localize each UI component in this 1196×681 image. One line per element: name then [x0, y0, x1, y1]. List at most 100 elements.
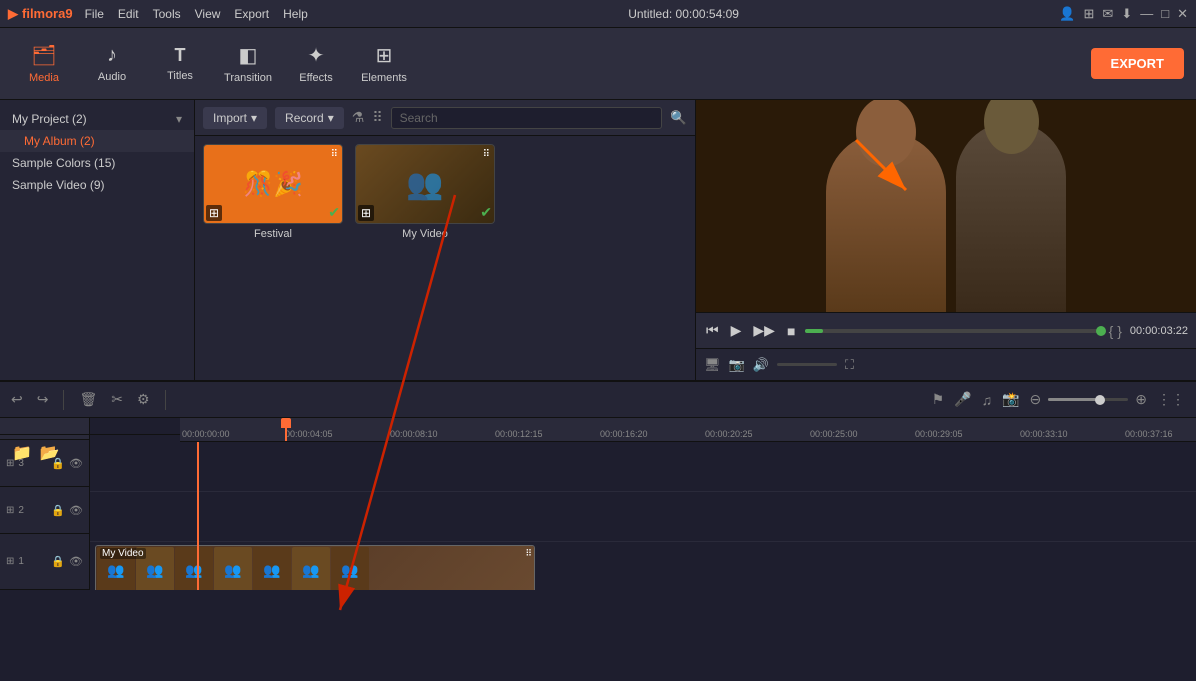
effects-label: Effects — [299, 72, 332, 84]
undo-button[interactable]: ↩ — [8, 388, 26, 411]
toolbar-audio[interactable]: ♪ Audio — [80, 34, 144, 94]
import-button[interactable]: Import ▾ — [203, 107, 267, 129]
titles-icon: T — [175, 45, 186, 66]
progress-bar[interactable] — [805, 329, 1100, 333]
mic-icon[interactable]: 🎤 — [951, 388, 974, 411]
close-button[interactable]: ✕ — [1177, 6, 1188, 22]
track1-lock-icon[interactable]: 🔒 — [51, 555, 65, 568]
track1-eye-icon[interactable]: 👁 — [69, 555, 83, 568]
person2 — [956, 122, 1066, 312]
playhead-ruler — [285, 418, 287, 441]
toolbar-media[interactable]: 🗂 Media — [12, 34, 76, 94]
menu-edit[interactable]: Edit — [118, 7, 139, 21]
fullscreen-icon[interactable]: ⛶ — [845, 357, 854, 373]
sidebar-item-samplevideo[interactable]: Sample Video (9) — [0, 174, 194, 196]
bracket-left-icon[interactable]: { } — [1109, 323, 1122, 339]
minimize-button[interactable]: — — [1140, 6, 1153, 22]
elements-icon: ⊞ — [376, 43, 393, 68]
download-icon[interactable]: ⬇ — [1121, 6, 1132, 22]
media-grid: 🎊🎉 ⠿ ⊞ ✔ Festival 👥 ⠿ ⊞ ✔ My Video — [195, 136, 695, 380]
import-label: Import — [213, 111, 247, 125]
redo-button[interactable]: ↪ — [34, 388, 52, 411]
festival-label: Festival — [254, 228, 292, 240]
user-icon[interactable]: 👤 — [1059, 6, 1075, 22]
menu-export[interactable]: Export — [234, 7, 269, 21]
export-button[interactable]: EXPORT — [1091, 48, 1184, 79]
monitor-icon[interactable]: 🖥 — [704, 357, 721, 373]
player-controls: ⏮ ▶ ▶▶ ■ { } 00:00:03:22 — [696, 312, 1196, 348]
time-display: 00:00:03:22 — [1130, 325, 1188, 337]
cut-button[interactable]: ✂ — [108, 388, 126, 411]
media-item-festival[interactable]: 🎊🎉 ⠿ ⊞ ✔ Festival — [203, 144, 343, 372]
track2-eye-icon[interactable]: 👁 — [69, 504, 83, 517]
clip-corner-icon: ⠿ — [525, 548, 532, 559]
window-title: Untitled: 00:00:54:09 — [320, 7, 1048, 21]
preview-panel: ⏮ ▶ ▶▶ ■ { } 00:00:03:22 🖥 📷 🔊 ⛶ — [696, 100, 1196, 380]
video-thumb-content: 👥 — [356, 145, 494, 223]
sidebar-item-myproject[interactable]: My Project (2) ▾ — [0, 108, 194, 130]
zoom-slider[interactable] — [1048, 398, 1128, 401]
flag-icon[interactable]: ⚑ — [929, 388, 948, 411]
adjust-button[interactable]: ⚙ — [134, 388, 153, 411]
separator2 — [165, 390, 166, 410]
video-preview — [696, 100, 1196, 312]
timeline-ruler[interactable]: 00:00:00:00 00:00:04:05 00:00:08:10 00:0… — [180, 418, 1196, 442]
track-row-2 — [90, 492, 1196, 542]
audio-label: Audio — [98, 71, 126, 83]
preview-people — [696, 100, 1196, 312]
search-input[interactable] — [391, 107, 663, 129]
import-dropdown-icon: ▾ — [251, 111, 257, 125]
track2-lock-icon[interactable]: 🔒 — [51, 504, 65, 517]
record-button[interactable]: Record ▾ — [275, 107, 344, 129]
media-item-myvideo[interactable]: 👥 ⠿ ⊞ ✔ My Video — [355, 144, 495, 372]
menu-tools[interactable]: Tools — [153, 7, 181, 21]
snapshot-icon[interactable]: 📸 — [999, 388, 1022, 411]
toolbar-elements[interactable]: ⊞ Elements — [352, 34, 416, 94]
timeline-toolbar: ↩ ↪ 🗑 ✂ ⚙ ⚑ 🎤 ♫ 📸 ⊖ ⊕ ⋮⋮ — [0, 382, 1196, 418]
stop-button[interactable]: ■ — [785, 321, 797, 341]
toolbar-titles[interactable]: T Titles — [148, 34, 212, 94]
toolbar-effects[interactable]: ✦ Effects — [284, 34, 348, 94]
zoom-in-button[interactable]: ⊕ — [1132, 388, 1150, 411]
ruler-mark-2: 00:00:08:10 — [390, 429, 438, 439]
sidebar-item-myalbum[interactable]: My Album (2) — [0, 130, 194, 152]
maximize-button[interactable]: □ — [1161, 6, 1169, 22]
track1-text: 1 — [18, 556, 47, 567]
toolbar-transition[interactable]: ◧ Transition — [216, 34, 280, 94]
video-clip[interactable]: 👥 👥 👥 👥 👥 👥 👥 My Video ⠿ — [95, 545, 535, 590]
menu-view[interactable]: View — [195, 7, 221, 21]
remove-folder-icon[interactable]: 📂 — [40, 443, 60, 463]
filter-icon[interactable]: ⚗ — [352, 109, 365, 126]
delete-button[interactable]: 🗑 — [76, 388, 100, 411]
clip-frame-3: 👥 — [175, 547, 213, 590]
sidebar-item-samplecolors[interactable]: Sample Colors (15) — [0, 152, 194, 174]
play-alt-button[interactable]: ▶▶ — [751, 320, 777, 341]
add-folder-icon[interactable]: 📁 — [12, 443, 32, 463]
record-label: Record — [285, 111, 324, 125]
menu-help[interactable]: Help — [283, 7, 308, 21]
grid-view-icon[interactable]: ⠿ — [372, 109, 382, 126]
ruler-mark-1: 00:00:04:05 — [285, 429, 333, 439]
clip-label: My Video — [100, 548, 146, 559]
search-icon[interactable]: 🔍 — [670, 110, 687, 126]
myvideo-check: ✔ — [480, 204, 492, 221]
progress-fill — [805, 329, 823, 333]
play-button[interactable]: ▶ — [729, 320, 744, 341]
audio-mix-icon[interactable]: ♫ — [979, 389, 996, 411]
festival-overlay-icon: ⊞ — [206, 205, 222, 221]
zoom-out-button[interactable]: ⊖ — [1027, 388, 1045, 411]
separator1 — [63, 390, 64, 410]
myvideo-thumbnail: 👥 ⠿ ⊞ ✔ — [355, 144, 495, 224]
menu-file[interactable]: File — [85, 7, 104, 21]
main-toolbar: 🗂 Media ♪ Audio T Titles ◧ Transition ✦ … — [0, 28, 1196, 100]
mail-icon[interactable]: ✉ — [1102, 6, 1113, 22]
more-icon[interactable]: ⋮⋮ — [1154, 388, 1188, 411]
grid-icon[interactable]: ⊞ — [1084, 6, 1095, 22]
effects-icon: ✦ — [308, 43, 325, 68]
playhead-head — [281, 418, 291, 428]
volume-icon[interactable]: 🔊 — [753, 357, 769, 373]
screenshot-icon[interactable]: 📷 — [729, 357, 745, 373]
step-back-button[interactable]: ⏮ — [704, 320, 721, 341]
main-area: My Project (2) ▾ My Album (2) Sample Col… — [0, 100, 1196, 380]
volume-slider[interactable] — [777, 363, 837, 366]
